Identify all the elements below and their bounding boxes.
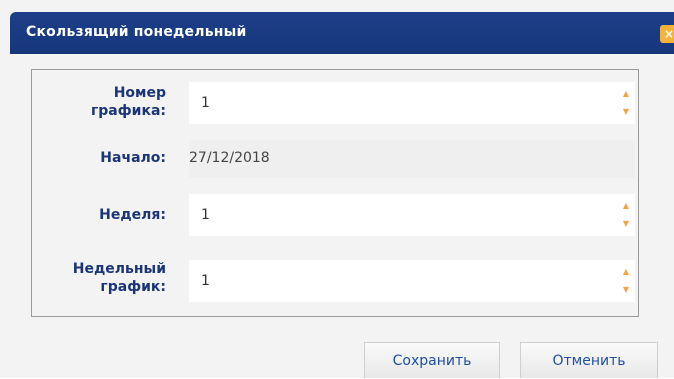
cancel-button[interactable]: Отменить <box>520 342 658 378</box>
week-field[interactable]: ▲ ▼ <box>189 194 635 236</box>
start-label: Начало: <box>100 150 166 166</box>
schedule-number-label: Номер графика: <box>90 85 166 119</box>
weekly-schedule-label: Недельный график: <box>72 261 166 295</box>
start-value: 27/12/2018 <box>189 150 270 166</box>
spin-up-icon[interactable]: ▲ <box>621 200 631 212</box>
schedule-number-spinner[interactable]: ▲ ▼ <box>621 88 631 118</box>
dialog-title: Скользящий понедельный <box>26 24 247 40</box>
schedule-number-input[interactable] <box>189 82 589 124</box>
spin-up-icon[interactable]: ▲ <box>621 266 631 278</box>
weekly-schedule-input[interactable] <box>189 260 589 302</box>
start-field: 27/12/2018 <box>189 140 635 178</box>
spin-down-icon[interactable]: ▼ <box>621 284 631 296</box>
form-panel: Номер графика: ▲ ▼ Начало: 27/12/2018 Не… <box>31 69 639 317</box>
save-button[interactable]: Сохранить <box>364 342 500 378</box>
dialog-titlebar[interactable]: Скользящий понедельный × <box>10 12 674 54</box>
week-input[interactable] <box>189 194 589 236</box>
weekly-schedule-spinner[interactable]: ▲ ▼ <box>621 266 631 296</box>
spin-up-icon[interactable]: ▲ <box>621 88 631 100</box>
schedule-number-field[interactable]: ▲ ▼ <box>189 82 635 124</box>
close-icon[interactable]: × <box>660 25 674 43</box>
week-label: Неделя: <box>99 207 166 223</box>
spin-down-icon[interactable]: ▼ <box>621 106 631 118</box>
week-spinner[interactable]: ▲ ▼ <box>621 200 631 230</box>
dialog-window: Скользящий понедельный × Номер графика: … <box>0 0 674 378</box>
weekly-schedule-field[interactable]: ▲ ▼ <box>189 260 635 302</box>
spin-down-icon[interactable]: ▼ <box>621 218 631 230</box>
